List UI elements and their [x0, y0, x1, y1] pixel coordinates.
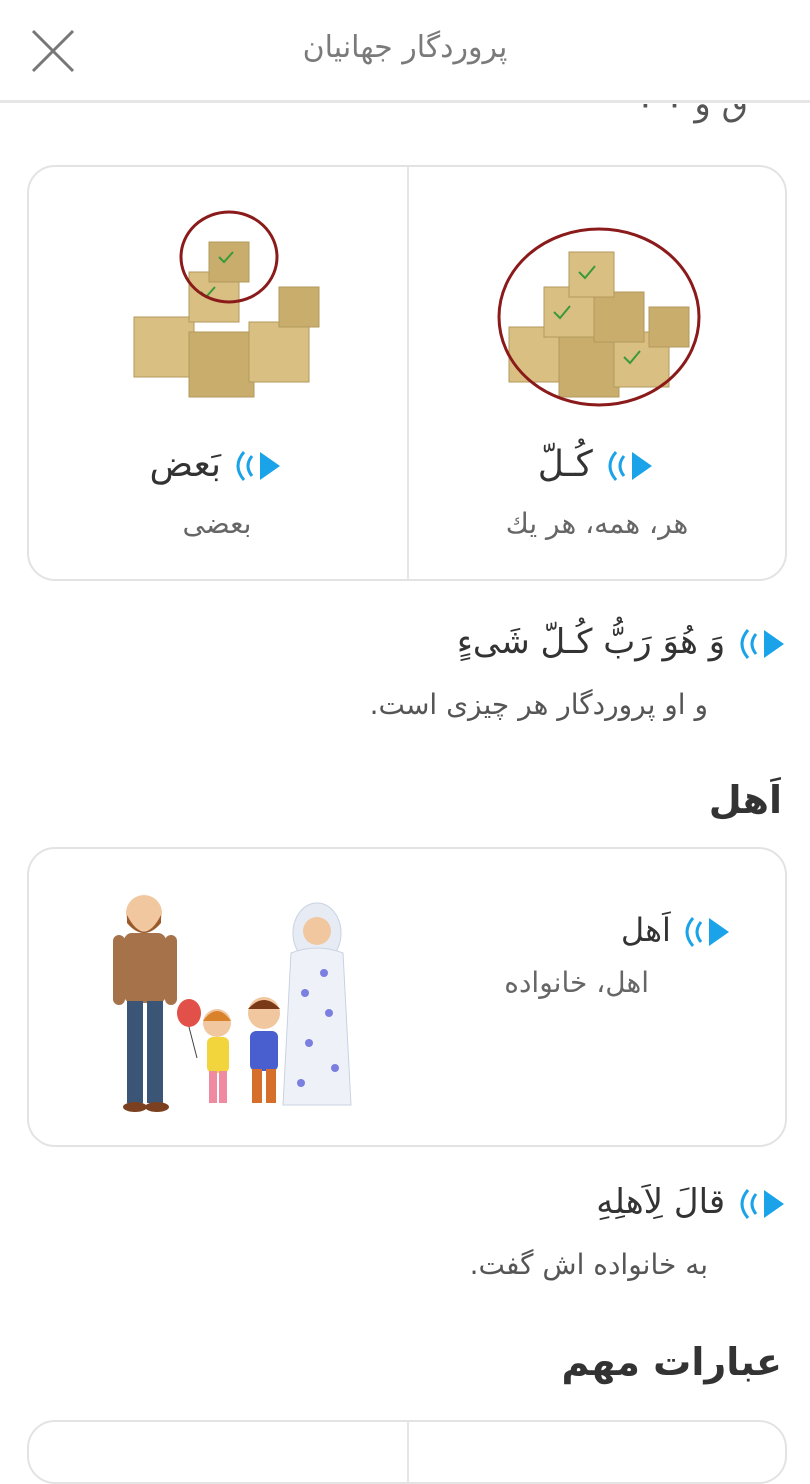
phrase-line: وَ هُوَ رَبُّ كُـلّ شَیءٍ	[370, 622, 788, 662]
family-image	[113, 895, 352, 1112]
word-pair-card: كُـلّ هر، همه، هر يك بَعض بعضی	[27, 165, 787, 581]
audio-play-icon[interactable]	[232, 448, 284, 484]
boxes-some-image	[133, 210, 320, 398]
section-title-ahl: اَهل	[708, 778, 782, 822]
phrase-arabic: وَ هُوَ رَبُّ كُـلّ شَیءٍ	[456, 622, 726, 662]
translation-kull: هر، همه، هر يك	[505, 507, 689, 540]
word-ahl: اَهل	[620, 911, 671, 949]
word-line-ahl: اَهل	[504, 911, 733, 950]
phrase-translation: به خانواده اش گفت.	[469, 1248, 708, 1281]
phrase-line: قالَ لِاَهلِهِ	[470, 1182, 788, 1222]
audio-play-icon[interactable]	[736, 626, 788, 662]
phrase-translation: و او پروردگار هر چیزی است.	[369, 688, 708, 721]
example-phrase-2: قالَ لِاَهلِهِ به خانواده اش گفت.	[470, 1182, 788, 1281]
card-divider	[407, 1422, 409, 1482]
word-info: اَهل اهل، خانواده	[504, 911, 733, 999]
word-card-ahl[interactable]: اَهل اهل، خانواده	[27, 847, 787, 1147]
audio-play-icon[interactable]	[604, 448, 656, 484]
translation-bad: بعضی	[182, 507, 252, 540]
example-phrase-1: وَ هُوَ رَبُّ كُـلّ شَیءٍ و او پروردگار …	[370, 622, 788, 721]
top-bar: پروردگار جهانیان	[0, 0, 810, 103]
boxes-all-image	[497, 227, 701, 407]
word-line-bad: بَعض	[29, 444, 405, 485]
translation-ahl: اهل، خانواده	[504, 966, 649, 999]
clipped-heading: ق و ٠ ٠	[636, 104, 748, 124]
audio-play-icon[interactable]	[736, 1186, 788, 1222]
audio-play-icon[interactable]	[681, 914, 733, 950]
word-bad: بَعض	[149, 444, 222, 485]
section-title-important-phrases: عبارات مهم	[561, 1340, 782, 1384]
word-kull: كُـلّ	[537, 444, 593, 485]
page-title: پروردگار جهانیان	[302, 30, 508, 65]
phrase-arabic: قالَ لِاَهلِهِ	[596, 1182, 726, 1222]
word-line-kull: كُـلّ	[409, 444, 785, 485]
word-cell-bad[interactable]: بَعض بعضی	[29, 167, 405, 579]
phrases-card	[27, 1420, 787, 1484]
word-cell-kull[interactable]: كُـلّ هر، همه، هر يك	[409, 167, 785, 579]
